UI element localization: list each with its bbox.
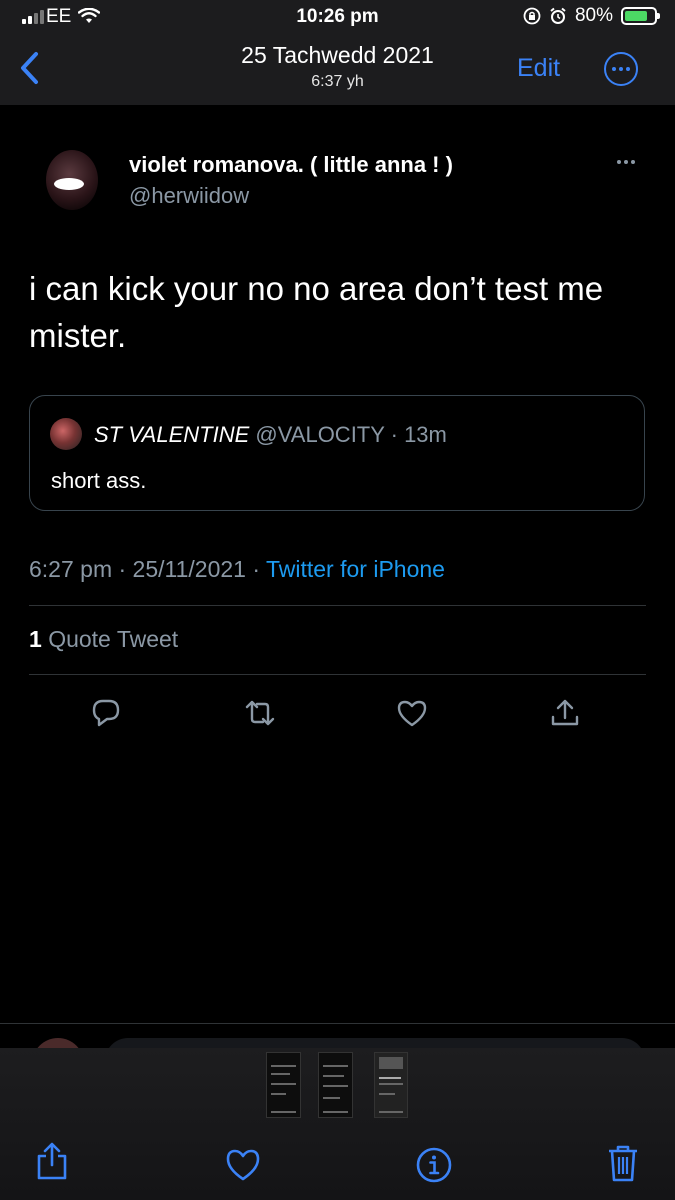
photo-thumbnail[interactable] <box>266 1052 301 1118</box>
favorite-icon[interactable] <box>225 1148 261 1182</box>
quote-count-number: 1 <box>29 626 42 652</box>
quoted-display-name: ST VALENTINE <box>94 422 250 447</box>
alarm-icon <box>550 7 566 24</box>
quoted-tweet-header: ST VALENTINE @VALOCITY · 13m <box>94 422 447 448</box>
info-icon[interactable] <box>415 1146 453 1184</box>
quote-tweet-count[interactable]: 1 Quote Tweet <box>29 626 178 653</box>
tweet-source-link[interactable]: Twitter for iPhone <box>266 556 445 582</box>
photo-date-title: 25 Tachwedd 2021 <box>241 42 434 68</box>
photo-thumbnail-selected[interactable] <box>374 1052 408 1118</box>
trash-icon[interactable] <box>606 1143 640 1183</box>
share-icon[interactable] <box>549 697 581 729</box>
more-options-icon[interactable] <box>604 52 638 86</box>
tweet-timestamp: 6:27 pm · 25/11/2021 · <box>29 556 260 582</box>
quoted-meta: @VALOCITY · 13m <box>255 422 447 447</box>
tweet-meta: 6:27 pm · 25/11/2021 · Twitter for iPhon… <box>29 556 445 583</box>
quoted-tweet-card[interactable]: ST VALENTINE @VALOCITY · 13m short ass. <box>29 395 645 511</box>
battery-percent: 80% <box>574 5 613 26</box>
quote-count-label: Quote Tweet <box>48 626 179 652</box>
photo-thumbnail[interactable] <box>318 1052 353 1118</box>
divider <box>29 605 646 606</box>
orientation-lock-icon <box>523 7 541 25</box>
retweet-icon[interactable] <box>244 697 276 729</box>
divider <box>29 674 646 675</box>
reply-icon[interactable] <box>90 697 122 729</box>
photo-time-subtitle: 6:37 yh <box>311 73 364 90</box>
share-icon[interactable] <box>35 1141 69 1181</box>
tweet-handle[interactable]: @herwiidow <box>129 183 249 209</box>
tweet-text: i can kick your no no area don’t test me… <box>29 270 604 354</box>
battery-icon <box>621 7 660 25</box>
quoted-tweet-text: short ass. <box>51 468 147 493</box>
avatar[interactable] <box>46 150 98 210</box>
quoted-avatar <box>50 418 82 450</box>
edit-button[interactable]: Edit <box>517 54 560 83</box>
tweet-display-name[interactable]: violet romanova. ( little anna ! ) <box>129 152 453 178</box>
like-icon[interactable] <box>396 697 428 729</box>
status-bar: EE 10:26 pm 80% <box>0 0 675 36</box>
divider <box>0 1023 675 1024</box>
tweet-more-icon[interactable] <box>617 160 635 164</box>
